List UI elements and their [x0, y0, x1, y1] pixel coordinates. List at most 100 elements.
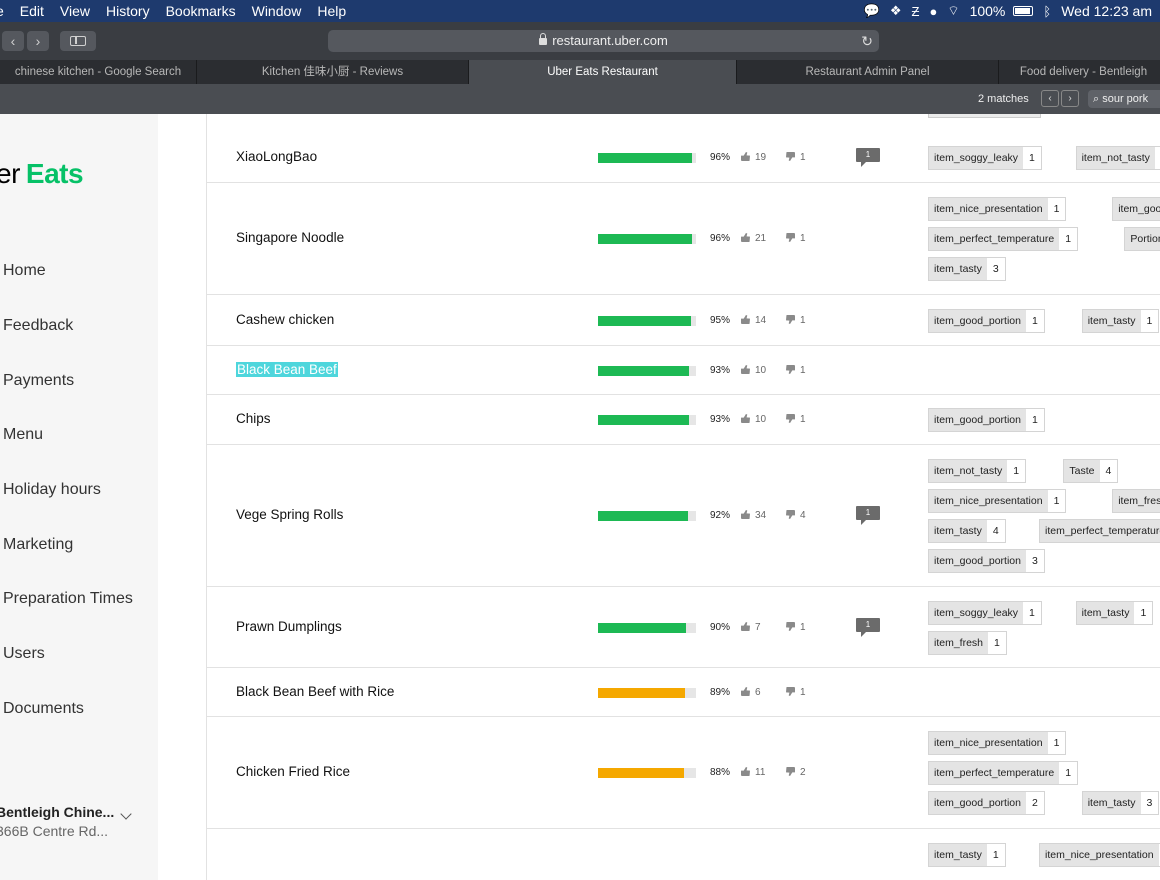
table-row[interactable]: XiaoLongBao 96% 19 1 1 item_soggy_leaky 1 item_… [207, 132, 1160, 183]
tag-label: item_nice_presentation [929, 490, 1048, 512]
feedback-tag[interactable]: item_good_po [1112, 197, 1160, 221]
comment-icon[interactable]: 1 [856, 506, 880, 525]
mac-menu-bar: eEditViewHistoryBookmarksWindowHelp 💬 ❖ … [0, 0, 1160, 22]
browser-tab[interactable]: Kitchen 佳味小厨 - Reviews [197, 60, 469, 84]
tag-label: item_perfect_temperature [929, 228, 1060, 250]
feedback-tag[interactable]: item_tasty 4 [928, 519, 1006, 543]
item-name[interactable]: XiaoLongBao [236, 149, 317, 164]
feedback-tag[interactable]: Taste 4 [1063, 459, 1119, 483]
browser-tab[interactable]: chinese kitchen - Google Search [0, 60, 197, 84]
browser-tab[interactable]: Uber Eats Restaurant [469, 60, 737, 84]
item-name[interactable]: Chicken Fried Rice [236, 764, 350, 779]
feedback-tag[interactable]: item_tasty 3 [928, 257, 1006, 281]
feedback-tag[interactable]: item_good_portion 1 [928, 408, 1045, 432]
sidebar-item-menu[interactable]: Menu [3, 426, 43, 444]
find-input[interactable]: ⌕ sour pork [1088, 90, 1160, 108]
thumbs-up-icon [741, 414, 750, 423]
table-row[interactable]: Singapore Noodle 96% 21 1 item_nice_presenta… [207, 183, 1160, 295]
menu-edit[interactable]: Edit [20, 3, 44, 19]
feedback-tag[interactable]: item_nice_presentation1 [1039, 843, 1160, 867]
item-name[interactable]: Singapore Noodle [236, 230, 344, 245]
table-row[interactable]: Chicken Fried Rice 88% 11 2 item_nice_presen… [207, 717, 1160, 829]
rating-bar-fill [598, 768, 685, 778]
sidebar-toggle-button[interactable] [60, 31, 96, 51]
feedback-tag[interactable]: item_tasty 1 [1081, 309, 1160, 333]
menu-bookmarks[interactable]: Bookmarks [166, 3, 236, 19]
feedback-tag[interactable]: item_perfect_temperature 1 [928, 227, 1079, 251]
forward-button[interactable]: › [27, 31, 49, 51]
thumbs-down-value: 1 [800, 622, 806, 633]
feedback-tag[interactable]: item_nice_presentation1 [928, 731, 1067, 755]
menu-view[interactable]: View [60, 3, 90, 19]
feedback-tag[interactable]: item_perfect_temperature 1 [928, 761, 1079, 785]
sync-icon[interactable]: Ƶ [912, 4, 920, 19]
browser-tab[interactable]: Food delivery - Bentleigh [999, 60, 1160, 84]
menu-window[interactable]: Window [252, 3, 302, 19]
wifi-icon[interactable]: ⌔ [947, 3, 959, 19]
feedback-tag[interactable]: item_fresh 1 [928, 631, 1007, 655]
back-button[interactable]: ‹ [2, 31, 24, 51]
tab-bar: chinese kitchen - Google Search Kitchen 佳… [0, 60, 1160, 84]
menu-e[interactable]: e [0, 3, 4, 19]
table-row[interactable]: Black Bean Beef 93% 10 1 [207, 346, 1160, 395]
thumbs-up-count: 19 [741, 152, 766, 163]
find-next-button[interactable]: › [1061, 90, 1079, 107]
sidebar-item-feedback[interactable]: Feedback [3, 317, 73, 335]
sidebar-item-home[interactable]: Home [3, 262, 46, 280]
feedback-tag[interactable]: item_good_portion 2 [928, 791, 1045, 815]
tag-label: Portion Size [1125, 228, 1160, 250]
feedback-tag[interactable]: item_good_portion 3 [928, 549, 1045, 573]
feedback-tag[interactable]: item_not_tasty1 [928, 459, 1027, 483]
table-row[interactable]: Prawn Dumplings 90% 7 1 1 item_soggy_leaky 1 it… [207, 587, 1160, 668]
table-row[interactable]: Cashew chicken 95% 14 1 item_good_portion 1 it… [207, 295, 1160, 346]
menu-help[interactable]: Help [317, 3, 346, 19]
thumbs-up-count: 10 [741, 365, 766, 376]
feedback-tag[interactable]: item_tasty 3 [1081, 791, 1160, 815]
bluetooth-icon[interactable]: ᛒ [1043, 4, 1051, 19]
table-row[interactable]: Chips 93% 10 1 item_good_portion 1 [207, 395, 1160, 445]
feedback-tag[interactable]: item_soggy_leaky 1 [928, 601, 1042, 625]
dropbox-icon[interactable]: ❖ [890, 3, 902, 19]
item-name[interactable]: Black Bean Beef with Rice [236, 684, 394, 699]
feedback-tag[interactable]: item_tasty 1 [1075, 601, 1154, 625]
find-previous-button[interactable]: ‹ [1041, 90, 1059, 107]
item-name[interactable]: Cashew chicken [236, 312, 334, 327]
menu-history[interactable]: History [106, 3, 150, 19]
store-selector[interactable]: Bentleigh Chine... 366B Centre Rd... [0, 804, 146, 839]
feedback-tag[interactable]: item_nice_presentation1 [928, 489, 1067, 513]
feedback-tag[interactable]: Portion Size [1124, 227, 1160, 251]
sidebar-item-users[interactable]: Users [3, 645, 45, 663]
sidebar-item-payments[interactable]: Payments [3, 372, 74, 390]
sidebar-item-preparation-times[interactable]: Preparation Times [3, 590, 133, 608]
sidebar-item-documents[interactable]: Documents [3, 700, 84, 718]
feedback-tag[interactable]: item_not_tasty1 [1075, 146, 1160, 170]
browser-tab[interactable]: Restaurant Admin Panel [737, 60, 999, 84]
wechat-icon[interactable]: 💬 [864, 3, 880, 19]
feedback-tag[interactable]: item_good_portion 1 [928, 309, 1045, 333]
battery-icon[interactable] [1013, 6, 1034, 16]
address-bar[interactable]: restaurant.uber.com ↻ [328, 30, 879, 52]
rating-percent: 90% [710, 622, 731, 633]
table-row[interactable]: Black Bean Beef with Rice 89% 6 1 [207, 668, 1160, 717]
rating-bar-fill [598, 415, 690, 425]
sidebar-item-marketing[interactable]: Marketing [3, 536, 73, 554]
item-name[interactable]: Prawn Dumplings [236, 619, 342, 634]
feedback-tag[interactable]: item_nice_presentation1 [928, 197, 1067, 221]
uber-eats-logo[interactable]: er Eats [0, 158, 84, 190]
table-row[interactable]: item_tasty 1 item_nice_presentation1 [207, 829, 1160, 880]
thumbs-down-count: 1 [786, 152, 806, 163]
item-name[interactable]: Vege Spring Rolls [236, 507, 343, 522]
comment-icon[interactable]: 1 [856, 618, 880, 637]
comment-icon[interactable]: 1 [856, 148, 880, 167]
item-name[interactable]: Chips [236, 411, 271, 426]
clock[interactable]: Wed 12:23 am [1061, 3, 1152, 19]
sidebar-item-holiday-hours[interactable]: Holiday hours [3, 481, 101, 499]
feedback-tag[interactable]: item_soggy_leaky 1 [928, 146, 1042, 170]
feedback-tag[interactable]: item_tasty 1 [928, 843, 1006, 867]
table-row[interactable]: Vege Spring Rolls 92% 34 4 1 item_not_tasty 1 T… [207, 445, 1160, 587]
item-name[interactable]: Black Bean Beef [236, 362, 338, 377]
reload-icon[interactable]: ↻ [861, 30, 873, 52]
feedback-tag[interactable]: item_perfect_temperature [1039, 519, 1160, 543]
notification-icon[interactable]: ● [929, 4, 937, 19]
feedback-tag[interactable]: item_fresh3 [1112, 489, 1160, 513]
